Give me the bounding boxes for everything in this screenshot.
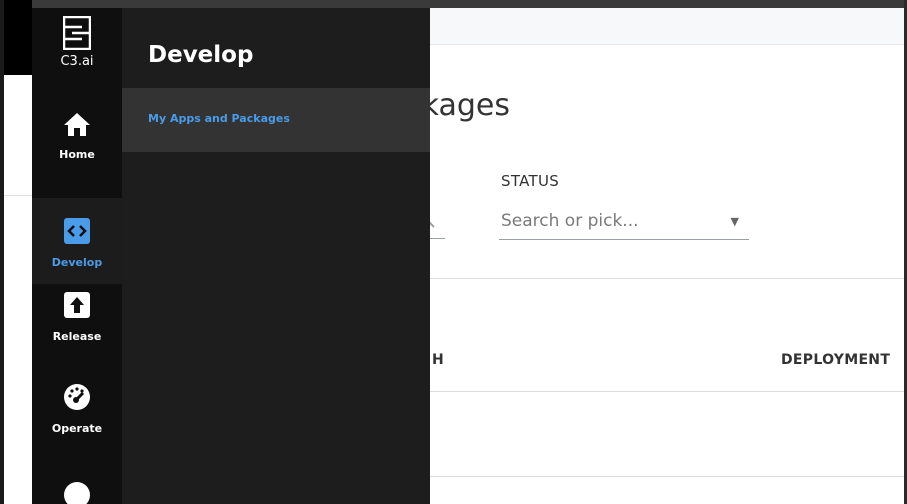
nav-item-label: Home — [59, 148, 95, 161]
column-header[interactable]: H — [432, 352, 444, 368]
gauge-icon — [64, 384, 90, 410]
status-filter-select[interactable]: Search or pick... ▼ — [499, 205, 749, 240]
home-icon — [64, 113, 90, 136]
nav-item-label: Develop — [51, 256, 103, 269]
background-panel — [4, 75, 32, 504]
nav-item-develop[interactable]: Develop — [32, 198, 122, 284]
nav-item-home[interactable]: Home — [32, 110, 122, 194]
brand-name: C3.ai — [60, 54, 94, 69]
status-filter-placeholder: Search or pick... — [501, 211, 639, 231]
drawer-item-label: My Apps and Packages — [148, 112, 290, 125]
column-header-deployment[interactable]: DEPLOYMENT — [781, 352, 890, 368]
nav-item-operate[interactable]: Operate — [32, 382, 122, 468]
nav-item-label: Release — [52, 330, 102, 343]
divider — [430, 476, 904, 477]
top-bar — [32, 0, 904, 8]
caret-down-icon: ▼ — [730, 215, 739, 228]
divider — [430, 391, 904, 392]
c3-logo-icon — [63, 16, 91, 50]
drawer-item-my-apps-and-packages[interactable]: My Apps and Packages — [122, 88, 430, 152]
header-bar — [430, 8, 904, 45]
divider — [430, 278, 904, 279]
user-icon — [64, 482, 90, 504]
nav-rail: C3.ai Home Develop Release Operate — [32, 8, 122, 504]
nav-item-release[interactable]: Release — [32, 290, 122, 376]
upload-icon — [64, 292, 90, 318]
brand-logo[interactable]: C3.ai — [32, 16, 122, 96]
status-filter-label: STATUS — [501, 172, 560, 190]
nav-item-more[interactable] — [32, 478, 122, 504]
develop-drawer: Develop My Apps and Packages — [122, 8, 430, 504]
nav-item-label: Operate — [51, 422, 103, 435]
screen: Packages STATUS Search or pick... ▼ H DE… — [0, 0, 907, 504]
search-input-underline — [430, 238, 445, 239]
code-icon — [64, 218, 90, 244]
drawer-title: Develop — [148, 42, 254, 68]
window-top-dark — [4, 0, 34, 75]
divider — [4, 195, 32, 196]
